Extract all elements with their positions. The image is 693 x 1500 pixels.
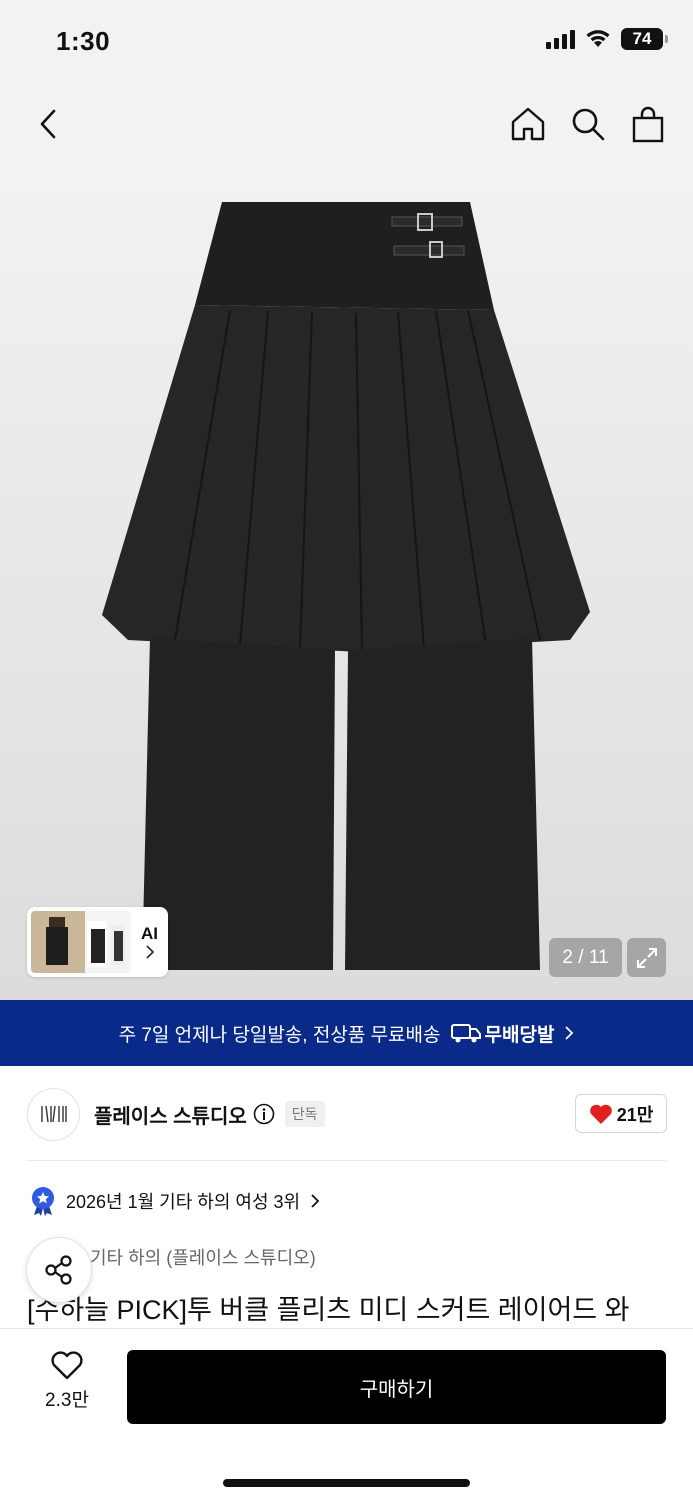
back-button[interactable] — [28, 104, 68, 144]
home-button[interactable] — [509, 102, 547, 146]
page-counter: 2 / 11 — [549, 938, 622, 977]
status-bar: 1:30 74 — [0, 0, 693, 84]
share-button[interactable] — [26, 1237, 92, 1303]
home-icon — [511, 107, 545, 141]
shipping-banner-text: 주 7일 언제나 당일발송, 전상품 무료배송 — [118, 1024, 441, 1046]
shipping-brand: 무배당발 — [450, 1020, 555, 1047]
expand-image-button[interactable] — [627, 938, 666, 977]
ai-label-group: AI — [141, 924, 158, 960]
chevron-right-icon — [565, 1026, 574, 1040]
buy-button[interactable]: 구매하기 — [127, 1350, 666, 1424]
chevron-right-icon — [145, 945, 154, 959]
nav-actions — [509, 102, 667, 146]
chevron-left-icon — [40, 109, 56, 139]
product-title: [수하늘 PICK]투 버클 플리츠 미디 스커트 레이어드 와 — [27, 1295, 630, 1325]
ranking-medal-icon — [32, 1187, 54, 1216]
product-image[interactable] — [0, 170, 693, 1000]
status-time: 1:30 — [56, 26, 111, 56]
search-button[interactable] — [569, 102, 607, 146]
status-icons: 74 — [546, 28, 668, 50]
brand-row: 플레이스 스튜디오 단독 21만 — [27, 1086, 667, 1142]
brand-logo[interactable] — [27, 1087, 80, 1141]
brand-name[interactable]: 플레이스 스튜디오 — [94, 1100, 247, 1129]
battery-icon: 74 — [621, 28, 668, 50]
bottom-action-bar: 2.3만 구매하기 — [0, 1328, 693, 1500]
ai-styling-thumbnail[interactable]: AI — [27, 907, 168, 977]
divider — [27, 1160, 666, 1161]
delivery-truck-icon — [450, 1024, 481, 1043]
ranking-row[interactable]: 2026년 1월 기타 하의 여성 3위 — [30, 1186, 320, 1216]
shipping-brand-label: 무배당발 — [484, 1024, 555, 1046]
nav-bar — [0, 84, 693, 170]
cart-button[interactable] — [629, 102, 667, 146]
share-icon — [45, 1255, 72, 1285]
shopping-bag-icon — [632, 106, 664, 143]
brand-like-button[interactable]: 21만 — [575, 1094, 667, 1133]
search-icon — [572, 108, 605, 141]
exclusive-badge: 단독 — [284, 1101, 325, 1127]
expand-icon — [636, 947, 657, 968]
category-breadcrumb[interactable]: 기타 하의 (플레이스 스튜디오) — [90, 1244, 316, 1270]
brand-like-count: 21만 — [616, 1104, 654, 1125]
shipping-banner[interactable]: 주 7일 언제나 당일발송, 전상품 무료배송 무배당발 — [0, 1000, 693, 1066]
skirt-pants-illustration — [102, 202, 590, 970]
cellular-signal-icon — [546, 29, 575, 49]
chevron-right-icon — [311, 1194, 320, 1208]
wishlist-button[interactable]: 2.3만 — [32, 1351, 102, 1412]
heart-filled-icon — [589, 1104, 612, 1124]
wifi-icon — [586, 30, 610, 47]
ai-label: AI — [141, 924, 158, 943]
ranking-text: 2026년 1월 기타 하의 여성 3위 — [66, 1192, 301, 1212]
heart-outline-icon — [51, 1351, 83, 1380]
info-icon[interactable] — [253, 1103, 275, 1125]
home-indicator — [223, 1479, 470, 1487]
wishlist-count: 2.3만 — [45, 1390, 89, 1411]
ai-thumbnail-image — [31, 911, 131, 973]
